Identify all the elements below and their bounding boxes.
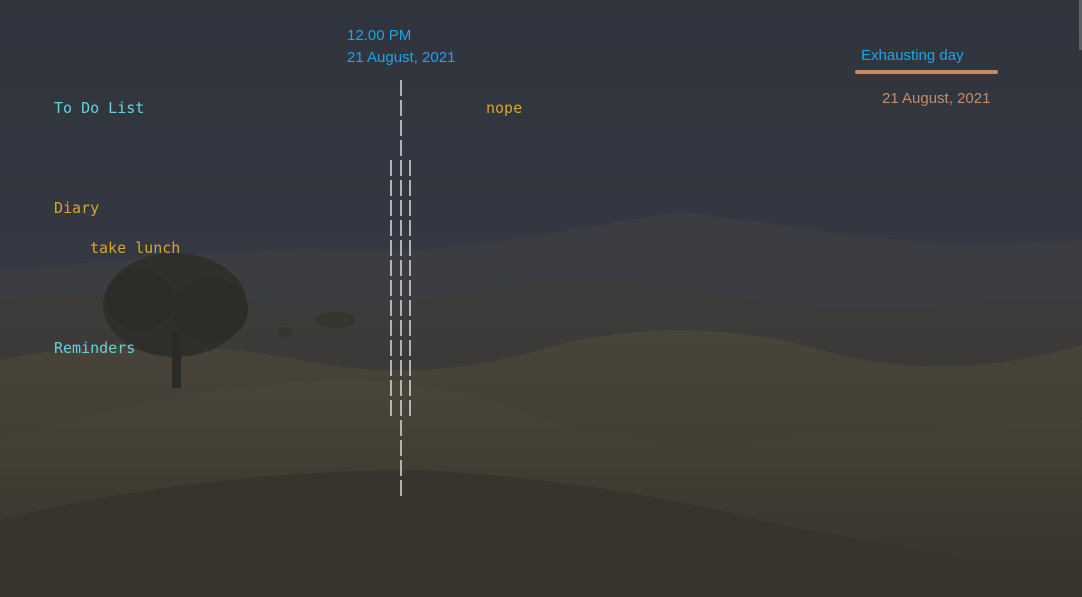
clock-time: 12.00 PM — [347, 27, 412, 44]
mood-label: Exhausting day — [861, 47, 964, 64]
todo-list-title: To Do List — [54, 99, 145, 117]
todo-item: nope — [486, 99, 523, 117]
mood-date: 21 August, 2021 — [882, 90, 991, 107]
diary-title: Diary — [54, 199, 100, 217]
diary-entry: take lunch — [90, 239, 181, 257]
mood-underline — [855, 70, 998, 74]
clock-date: 21 August, 2021 — [347, 49, 456, 66]
reminders-title: Reminders — [54, 339, 136, 357]
